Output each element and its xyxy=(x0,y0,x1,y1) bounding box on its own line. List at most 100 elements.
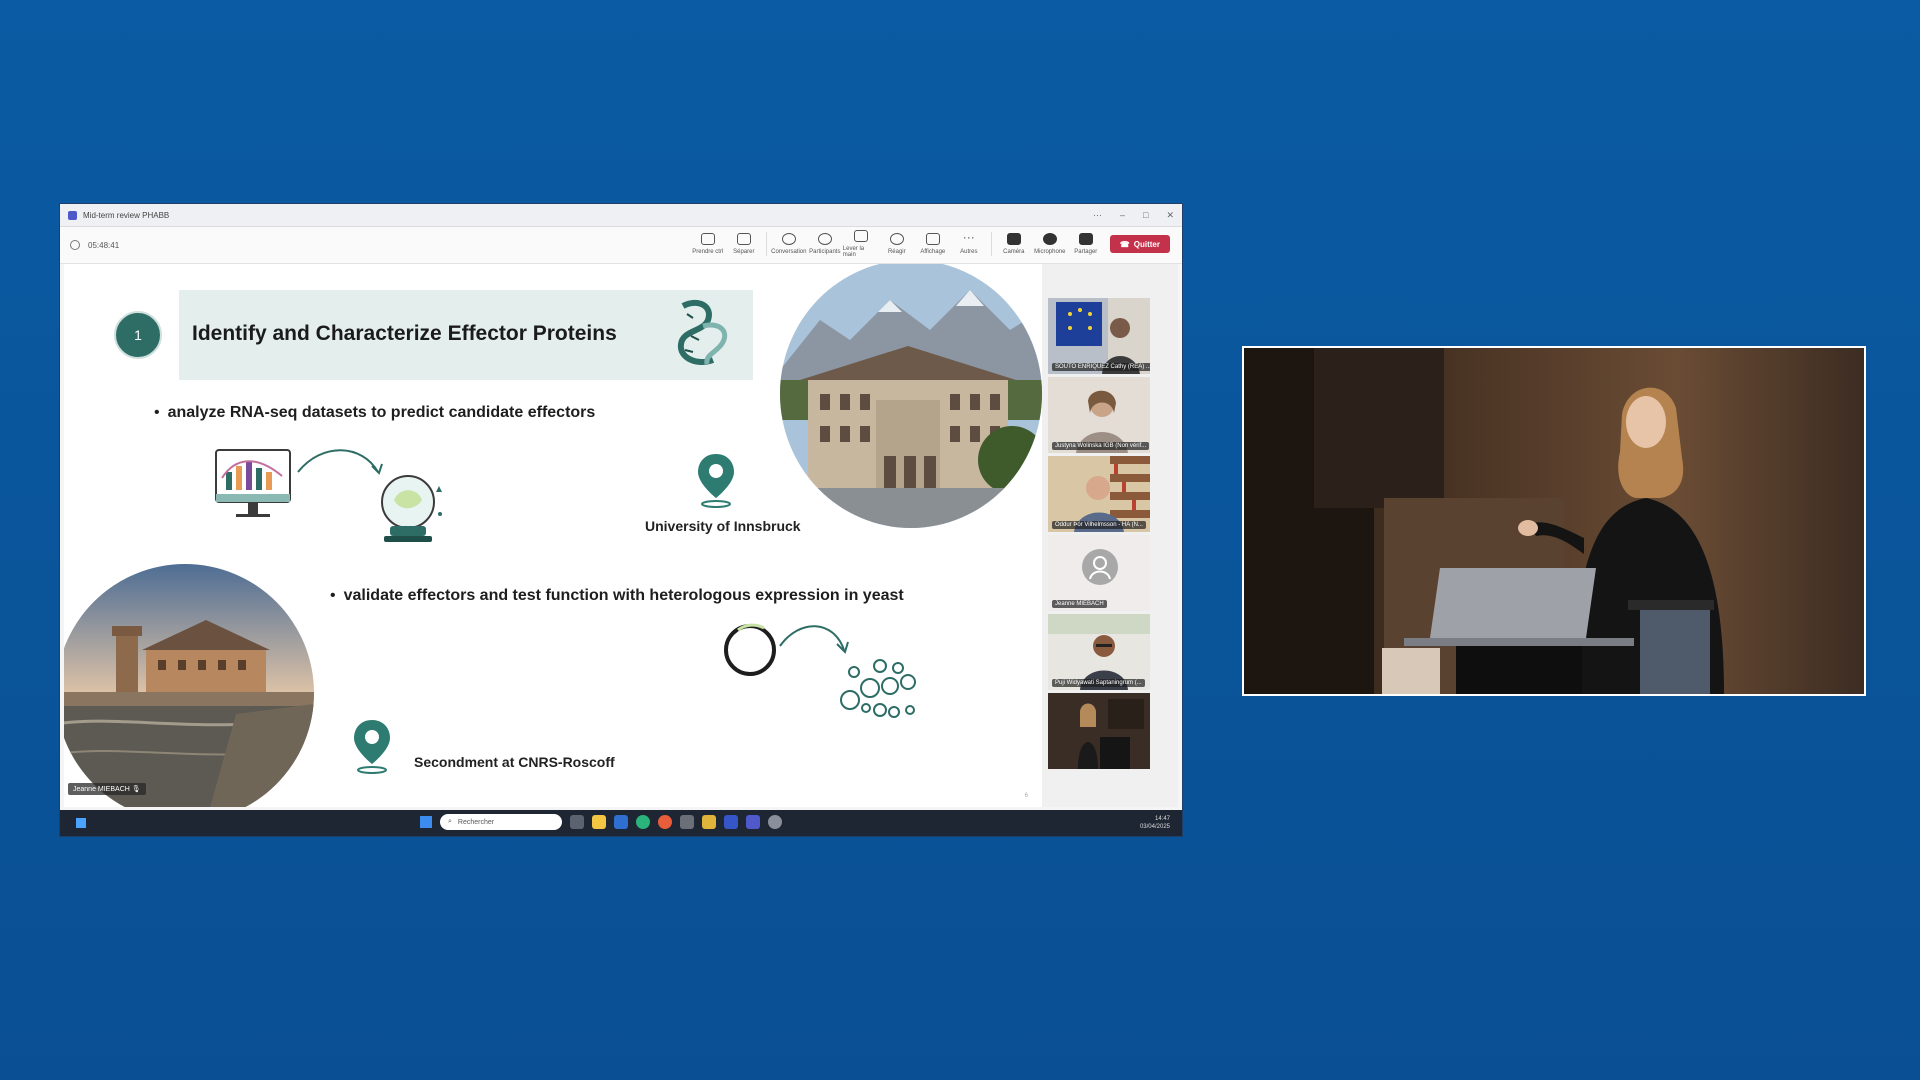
participant-tile[interactable]: Justyna Wolinska IGB (Non vérif... xyxy=(1048,377,1150,453)
view-button[interactable]: Affichage xyxy=(915,233,951,255)
zoom-icon[interactable] xyxy=(724,815,738,829)
raise-hand-label: Lever la main xyxy=(842,246,865,258)
participant-tile[interactable]: Jeanne MIEBACH xyxy=(1048,535,1150,611)
security-icon[interactable] xyxy=(614,815,628,829)
clock-date: 03/04/2025 xyxy=(1139,824,1170,830)
shield-icon xyxy=(70,240,80,250)
more-icon: ··· xyxy=(962,230,975,244)
leave-button[interactable]: ☎ Quitter xyxy=(1109,235,1170,253)
search-icon: ⌕ xyxy=(448,818,452,825)
protein-illustration-icon xyxy=(677,299,728,365)
raise-hand-icon xyxy=(853,230,868,242)
participant-tile[interactable]: SOUTO ENRIQUEZ Cathy (REA) ... xyxy=(1048,298,1150,374)
slide-title-banner: Identify and Characterize Effector Prote… xyxy=(179,290,753,380)
slide-number-badge: 1 xyxy=(114,311,162,359)
participant-name: Oddur Þór Vilhelmsson - HA (N... xyxy=(1052,521,1146,529)
window-title: Mid-term review PHABB xyxy=(83,210,170,220)
bullet-rna-seq-text: analyze RNA-seq datasets to predict cand… xyxy=(167,404,596,421)
react-button[interactable]: Réagir xyxy=(879,233,915,255)
take-control-button[interactable]: Prendre ctrl xyxy=(690,233,726,255)
participant-tile[interactable]: Oddur Þór Vilhelmsson - HA (N... xyxy=(1048,456,1150,532)
meeting-timer: 05:48:41 xyxy=(70,240,119,250)
avatar xyxy=(1082,549,1118,585)
person-icon xyxy=(1089,556,1111,580)
participants-button[interactable]: Participants xyxy=(807,233,843,255)
innsbruck-university-photo xyxy=(780,264,1042,528)
teams-icon[interactable] xyxy=(746,815,760,829)
curved-arrow-icon xyxy=(297,449,379,473)
minimize-icon[interactable]: – xyxy=(1120,210,1125,221)
maximize-icon[interactable]: □ xyxy=(1143,210,1148,221)
title-bar: Mid-term review PHABB ··· – □ ✕ xyxy=(60,204,1182,227)
phone-hangup-icon: ☎ xyxy=(1119,239,1130,249)
close-icon[interactable]: ✕ xyxy=(1166,210,1174,221)
more-button[interactable]: ··· Autres xyxy=(951,230,987,255)
microphone-label: Microphone xyxy=(1034,249,1066,255)
map-pin-icon xyxy=(354,720,390,774)
more-label: Autres xyxy=(960,249,978,255)
camera-button[interactable]: Caméra xyxy=(996,233,1032,255)
participant-name: Puji Widyawati Saptaningrum (... xyxy=(1052,679,1145,687)
participant-name: Justyna Wolinska IGB (Non vérif... xyxy=(1052,442,1150,450)
windows-taskbar: ⌕ Rechercher 14:47 03/04/2025 xyxy=(60,810,1182,836)
share-button[interactable]: Partager xyxy=(1068,233,1104,255)
taskbar-search[interactable]: ⌕ Rechercher xyxy=(440,814,562,830)
microphone-button[interactable]: Microphone xyxy=(1032,233,1068,255)
yeast-cell-icon xyxy=(724,624,776,676)
analysis-illustration xyxy=(215,449,442,542)
windows-start-icon[interactable] xyxy=(420,816,432,828)
yeast-cells-illustration xyxy=(724,623,916,718)
view-label: Affichage xyxy=(920,249,946,255)
window-controls: ··· – □ ✕ xyxy=(1093,210,1174,221)
people-icon xyxy=(817,233,832,245)
shared-slide: 1 Identify and Characterize Effector Pro… xyxy=(64,264,1042,807)
curved-arrow-icon xyxy=(779,625,845,651)
camera-icon xyxy=(1006,233,1021,245)
camera-app-icon[interactable] xyxy=(680,815,694,829)
participant-tile[interactable]: Puji Widyawati Saptaningrum (... xyxy=(1048,614,1150,690)
participant-name: Jeanne MIEBACH xyxy=(1052,600,1107,608)
presenter-video xyxy=(1244,348,1864,694)
widgets-icon[interactable] xyxy=(76,818,86,828)
budding-cells-icon xyxy=(840,659,916,718)
participant-gallery: SOUTO ENRIQUEZ Cathy (REA) ... Justyna W… xyxy=(1042,264,1178,807)
react-label: Réagir xyxy=(887,249,906,255)
task-view-icon[interactable] xyxy=(570,815,584,829)
share-label: Partager xyxy=(1074,249,1098,255)
chat-icon xyxy=(781,233,796,245)
monitor-chart-icon xyxy=(215,449,291,517)
settings-icon[interactable] xyxy=(768,815,782,829)
chat-button[interactable]: Conversation xyxy=(771,233,807,255)
clock-time: 14:47 xyxy=(1154,816,1170,822)
pop-out-button[interactable]: Séparer xyxy=(726,233,762,255)
take-control-icon xyxy=(700,233,715,245)
share-icon xyxy=(1078,233,1093,245)
presenter-camera-feed xyxy=(1242,346,1866,696)
file-explorer-icon[interactable] xyxy=(592,815,606,829)
speaker-name: Jeanne MIEBACH xyxy=(73,786,130,793)
camera-label: Caméra xyxy=(1003,249,1025,255)
more-options-icon[interactable]: ··· xyxy=(1093,210,1102,221)
timer-text: 05:48:41 xyxy=(88,240,120,250)
react-icon xyxy=(889,233,904,245)
teams-window: Mid-term review PHABB ··· – □ ✕ 05:48:41… xyxy=(60,204,1182,836)
taskbar-clock: 14:47 03/04/2025 xyxy=(1140,815,1170,831)
bullet-validate: • validate effectors and test function wi… xyxy=(330,587,904,604)
slide-page-number: 6 xyxy=(1024,793,1028,799)
map-pin-icon xyxy=(698,454,734,508)
raise-hand-button[interactable]: Lever la main xyxy=(843,230,879,258)
search-placeholder: Rechercher xyxy=(457,818,495,826)
chat-label: Conversation xyxy=(771,249,807,255)
bullet-validate-text: validate effectors and test function wit… xyxy=(343,587,904,604)
teams-logo-icon xyxy=(68,210,77,220)
microphone-icon xyxy=(1042,233,1057,245)
speaker-name-tag: Jeanne MIEBACH 🎙 xyxy=(68,783,146,795)
location-innsbruck: University of Innsbruck xyxy=(645,518,801,534)
crystal-ball-icon xyxy=(381,475,442,542)
edge-icon[interactable] xyxy=(636,815,650,829)
notes-app-icon[interactable] xyxy=(702,815,716,829)
roscoff-coast-photo xyxy=(64,564,314,807)
participant-tile[interactable] xyxy=(1048,693,1150,769)
take-control-label: Prendre ctrl xyxy=(692,249,724,255)
firefox-icon[interactable] xyxy=(658,815,672,829)
